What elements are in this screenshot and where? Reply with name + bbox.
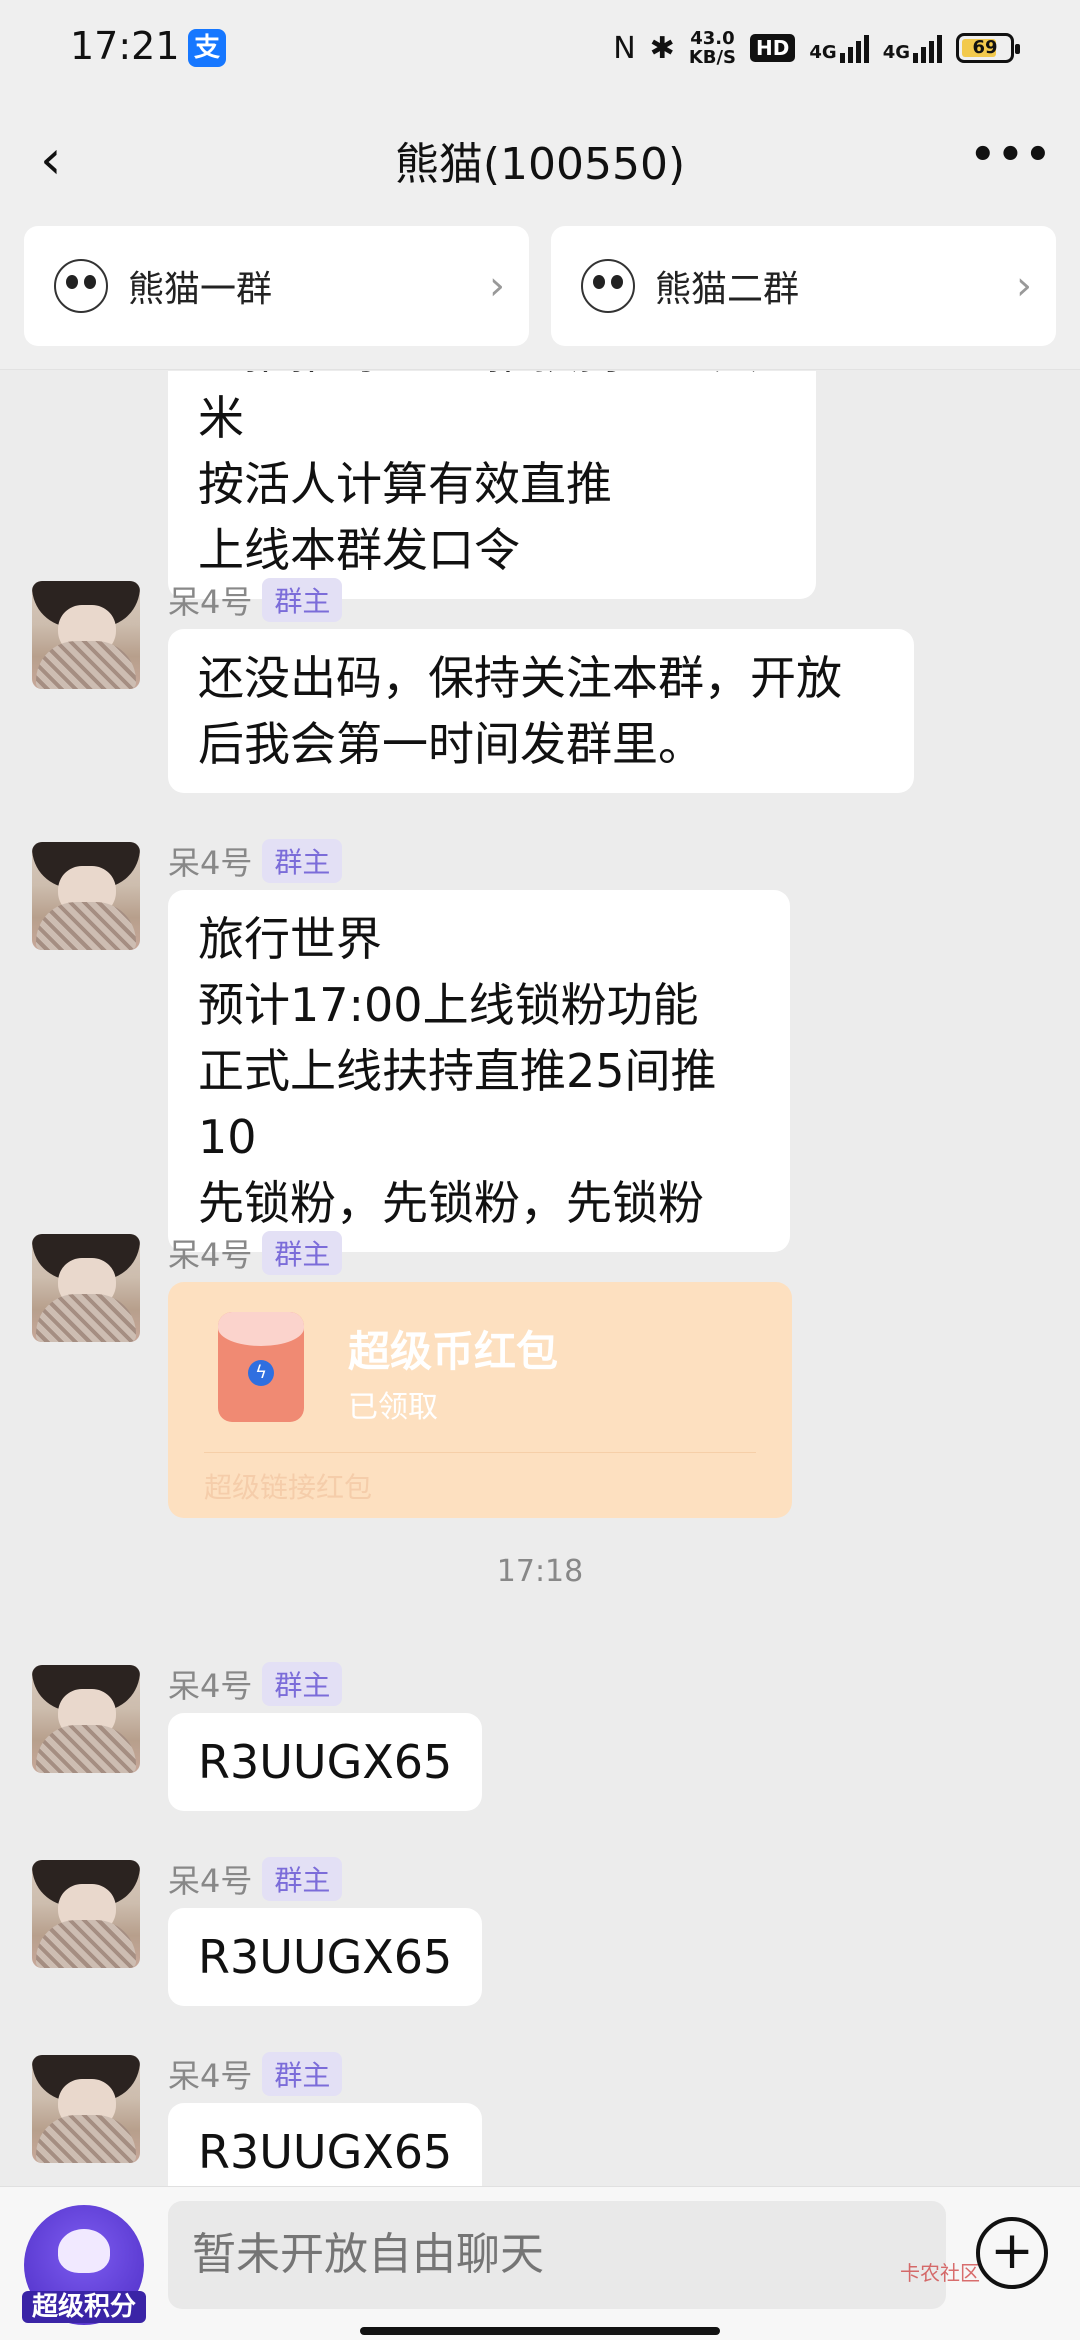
alipay-icon: 支 [188,29,226,67]
message-bubble[interactable]: R3UUGX65 [168,1908,483,2006]
group-card-1[interactable]: 熊猫一群 › [24,226,529,346]
panda-icon [54,259,108,313]
avatar[interactable] [32,842,140,950]
sender-info: 呆4号 群主 [168,1230,343,1276]
battery-level: 69 [972,37,998,58]
signal-icon-2: 4G [883,33,942,63]
red-packet-status: 已领取 [348,1390,438,1425]
signal-label-1: 4G [809,42,837,63]
bluetooth-icon: ✱ [649,30,675,66]
chat-header: ‹ 熊猫(100550) ••• [0,100,1080,220]
sender-name: 呆4号 [168,844,253,882]
message-bubble[interactable]: R3UUGX65 [168,1713,483,1811]
avatar[interactable] [32,1860,140,1968]
signal-label-2: 4G [882,42,910,63]
super-points-label: 超级积分 [22,2291,146,2323]
message-bubble[interactable]: 直推推每10直推扶持110大米 按活人计算有效直推 上线本群发口令 [168,371,816,599]
avatar[interactable] [32,1665,140,1773]
avatar[interactable] [32,2055,140,2163]
sender-name: 呆4号 [168,2057,253,2095]
message-bubble[interactable]: R3UUGX65 [168,2103,483,2186]
nfc-icon: N [613,30,636,66]
avatar[interactable] [32,1234,140,1342]
chevron-right-icon: › [1016,263,1032,309]
red-packet-card[interactable]: ϟ 超级币红包 已领取 超级链接红包 [168,1282,792,1518]
input-bar: 超级积分 卡农社区 + [0,2186,1080,2340]
owner-badge: 群主 [262,2052,343,2096]
more-options-button[interactable]: ••• [970,130,1051,190]
sender-info: 呆4号 群主 [168,577,343,623]
group-card-2[interactable]: 熊猫二群 › [551,226,1056,346]
sender-name: 呆4号 [168,583,253,621]
sender-name: 呆4号 [168,1667,253,1705]
add-attachment-button[interactable]: + [976,2217,1048,2289]
chevron-right-icon: › [489,263,505,309]
home-indicator [360,2327,720,2335]
owner-badge: 群主 [262,1662,343,1706]
group-shortcuts: 熊猫一群 › 熊猫二群 › [0,220,1080,370]
battery-icon: 69 [956,33,1020,63]
owner-badge: 群主 [262,839,343,883]
signal-icon: 4G [809,33,869,63]
panda-icon [581,259,635,313]
hd-icon: HD [750,34,796,62]
timestamp: 17:18 [496,1554,584,1589]
network-speed-unit: KB/S [688,47,737,68]
message-bubble[interactable]: 还没出码，保持关注本群，开放 后我会第一时间发群里。 [168,629,914,793]
sender-info: 呆4号 群主 [168,1661,343,1707]
group-name: 熊猫一群 [128,269,273,310]
owner-badge: 群主 [262,1857,343,1901]
watermark-logo: 卡农社区 [900,2261,980,2285]
sender-name: 呆4号 [168,1236,253,1274]
red-packet-icon: ϟ [218,1312,304,1422]
sender-name: 呆4号 [168,1862,253,1900]
network-speed-value: 43.0 [690,28,735,49]
message-bubble[interactable]: 旅行世界 预计17:00上线锁粉功能 正式上线扶持直推25间推10 先锁粉，先锁… [168,890,790,1252]
sender-info: 呆4号 群主 [168,1856,343,1902]
owner-badge: 群主 [262,578,343,622]
network-speed: 43.0 KB/S [689,29,736,67]
red-packet-footer: 超级链接红包 [204,1471,373,1504]
divider [204,1452,756,1453]
sender-info: 呆4号 群主 [168,2051,343,2097]
status-indicators: N ✱ 43.0 KB/S HD 4G 4G 69 [613,26,1020,70]
page-title: 熊猫(100550) [394,139,686,190]
chat-messages[interactable]: 直推推每10直推扶持110大米 按活人计算有效直推 上线本群发口令 呆4号 群主… [0,371,1080,2186]
status-time: 17:21 [70,24,180,68]
status-bar: 17:21 支 N ✱ 43.0 KB/S HD 4G 4G 69 [0,0,1080,100]
red-packet-title: 超级币红包 [348,1327,559,1376]
message-input[interactable] [168,2201,946,2309]
group-name: 熊猫二群 [655,269,800,310]
sender-info: 呆4号 群主 [168,838,343,884]
owner-badge: 群主 [262,1231,343,1275]
avatar[interactable] [32,581,140,689]
